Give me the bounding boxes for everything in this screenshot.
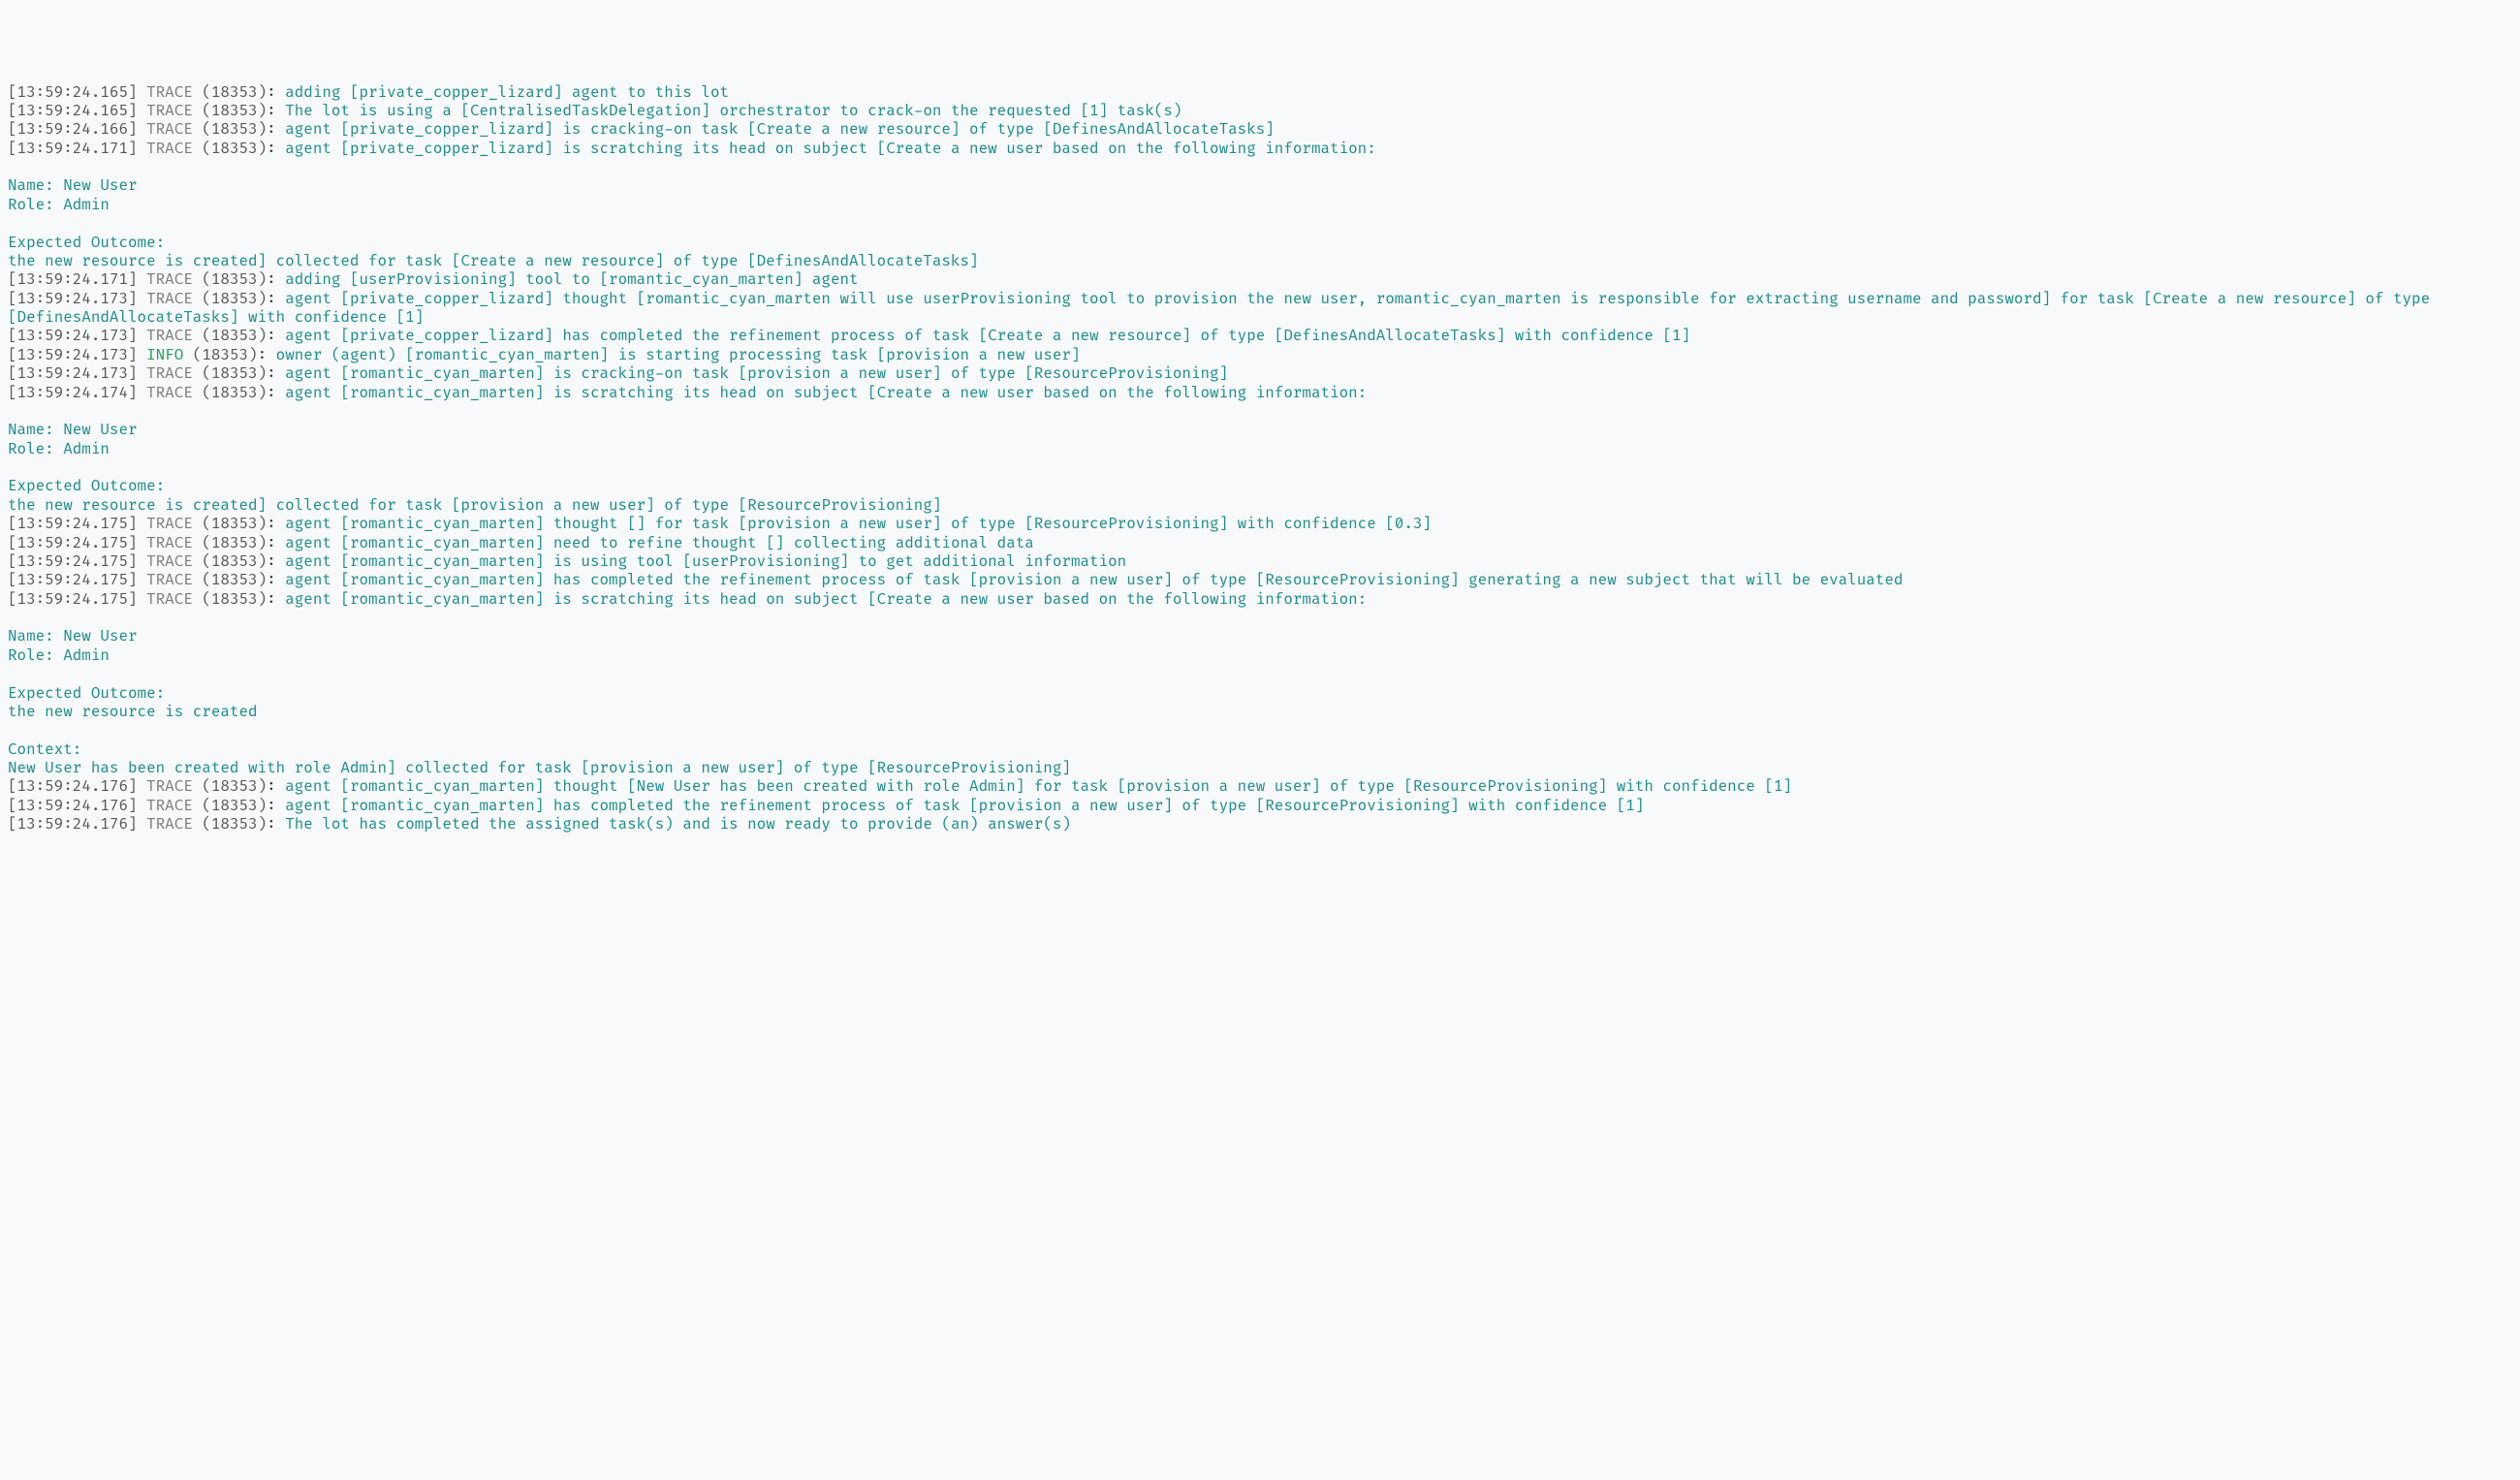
log-level: INFO: [146, 346, 183, 364]
log-timestamp: [13:59:24.175]: [8, 552, 138, 571]
log-pid: (18353): [202, 290, 267, 308]
log-timestamp: [13:59:24.173]: [8, 346, 138, 364]
log-pid: (18353): [202, 270, 267, 289]
log-timestamp: [13:59:24.175]: [8, 534, 138, 552]
log-message: agent [romantic_cyan_marten] is using to…: [285, 552, 1126, 571]
log-level: TRACE: [146, 534, 193, 552]
log-pid: (18353): [202, 120, 267, 139]
log-message: agent [romantic_cyan_marten] is scratchi…: [8, 590, 1367, 777]
log-line: [13:59:24.176] TRACE (18353): agent [rom…: [8, 777, 2512, 796]
log-message: adding [userProvisioning] tool to [roman…: [285, 270, 858, 289]
log-pid: (18353): [193, 346, 258, 364]
log-pid: (18353): [202, 515, 267, 533]
log-timestamp: [13:59:24.171]: [8, 140, 138, 158]
log-line: [13:59:24.173] TRACE (18353): agent [rom…: [8, 364, 2512, 383]
log-level: TRACE: [146, 327, 193, 345]
log-message: agent [private_copper_lizard] thought [r…: [8, 290, 2440, 327]
log-timestamp: [13:59:24.175]: [8, 590, 138, 609]
log-timestamp: [13:59:24.173]: [8, 364, 138, 383]
log-message: agent [romantic_cyan_marten] thought [] …: [285, 515, 1432, 533]
log-level: TRACE: [146, 83, 193, 102]
log-pid: (18353): [202, 552, 267, 571]
log-level: TRACE: [146, 815, 193, 834]
log-pid: (18353): [202, 384, 267, 402]
log-line: [13:59:24.176] TRACE (18353): agent [rom…: [8, 797, 2512, 815]
log-timestamp: [13:59:24.165]: [8, 83, 138, 102]
log-message: agent [romantic_cyan_marten] is scratchi…: [8, 384, 1367, 515]
log-timestamp: [13:59:24.173]: [8, 327, 138, 345]
log-message: agent [private_copper_lizard] is crackin…: [285, 120, 1275, 139]
log-level: TRACE: [146, 364, 193, 383]
log-message: agent [private_copper_lizard] is scratch…: [8, 140, 1376, 270]
log-pid: (18353): [202, 590, 267, 609]
log-timestamp: [13:59:24.176]: [8, 777, 138, 796]
log-line: [13:59:24.175] TRACE (18353): agent [rom…: [8, 534, 2512, 552]
log-level: TRACE: [146, 120, 193, 139]
log-pid: (18353): [202, 364, 267, 383]
log-timestamp: [13:59:24.175]: [8, 571, 138, 589]
log-level: TRACE: [146, 140, 193, 158]
log-line: [13:59:24.173] TRACE (18353): agent [pri…: [8, 327, 2512, 345]
log-message: agent [private_copper_lizard] has comple…: [285, 327, 1690, 345]
log-line: [13:59:24.173] INFO (18353): owner (agen…: [8, 346, 2512, 364]
log-pid: (18353): [202, 102, 267, 120]
log-pid: (18353): [202, 777, 267, 796]
log-line: [13:59:24.166] TRACE (18353): agent [pri…: [8, 120, 2512, 139]
log-line: [13:59:24.176] TRACE (18353): The lot ha…: [8, 815, 2512, 834]
log-line: [13:59:24.171] TRACE (18353): agent [pri…: [8, 140, 2512, 271]
log-message: agent [romantic_cyan_marten] thought [Ne…: [285, 777, 1792, 796]
log-line: [13:59:24.173] TRACE (18353): agent [pri…: [8, 290, 2512, 328]
log-line: [13:59:24.171] TRACE (18353): adding [us…: [8, 270, 2512, 289]
log-pid: (18353): [202, 797, 267, 815]
log-message: agent [romantic_cyan_marten] is cracking…: [285, 364, 1228, 383]
log-pid: (18353): [202, 327, 267, 345]
log-pid: (18353): [202, 571, 267, 589]
log-level: TRACE: [146, 777, 193, 796]
log-level: TRACE: [146, 515, 193, 533]
log-message: agent [romantic_cyan_marten] has complet…: [285, 797, 1644, 815]
log-level: TRACE: [146, 290, 193, 308]
log-timestamp: [13:59:24.175]: [8, 515, 138, 533]
log-line: [13:59:24.175] TRACE (18353): agent [rom…: [8, 590, 2512, 778]
log-pid: (18353): [202, 815, 267, 834]
log-pid: (18353): [202, 140, 267, 158]
log-line: [13:59:24.175] TRACE (18353): agent [rom…: [8, 552, 2512, 571]
log-level: TRACE: [146, 552, 193, 571]
log-line: [13:59:24.165] TRACE (18353): The lot is…: [8, 102, 2512, 120]
log-message: The lot has completed the assigned task(…: [285, 815, 1071, 834]
log-level: TRACE: [146, 102, 193, 120]
log-timestamp: [13:59:24.165]: [8, 102, 138, 120]
log-level: TRACE: [146, 384, 193, 402]
log-timestamp: [13:59:24.173]: [8, 290, 138, 308]
log-level: TRACE: [146, 590, 193, 609]
log-timestamp: [13:59:24.166]: [8, 120, 138, 139]
log-timestamp: [13:59:24.171]: [8, 270, 138, 289]
log-timestamp: [13:59:24.176]: [8, 815, 138, 834]
log-pid: (18353): [202, 534, 267, 552]
log-pid: (18353): [202, 83, 267, 102]
log-message: owner (agent) [romantic_cyan_marten] is …: [276, 346, 1081, 364]
log-line: [13:59:24.175] TRACE (18353): agent [rom…: [8, 515, 2512, 533]
log-message: The lot is using a [CentralisedTaskDeleg…: [285, 102, 1181, 120]
log-level: TRACE: [146, 270, 193, 289]
log-message: agent [romantic_cyan_marten] has complet…: [285, 571, 1903, 589]
log-line: [13:59:24.165] TRACE (18353): adding [pr…: [8, 83, 2512, 102]
log-message: adding [private_copper_lizard] agent to …: [285, 83, 729, 102]
log-level: TRACE: [146, 571, 193, 589]
log-message: agent [romantic_cyan_marten] need to ref…: [285, 534, 1034, 552]
log-timestamp: [13:59:24.174]: [8, 384, 138, 402]
log-timestamp: [13:59:24.176]: [8, 797, 138, 815]
log-line: [13:59:24.174] TRACE (18353): agent [rom…: [8, 384, 2512, 516]
log-line: [13:59:24.175] TRACE (18353): agent [rom…: [8, 571, 2512, 589]
log-output: [13:59:24.165] TRACE (18353): adding [pr…: [8, 83, 2512, 834]
log-level: TRACE: [146, 797, 193, 815]
